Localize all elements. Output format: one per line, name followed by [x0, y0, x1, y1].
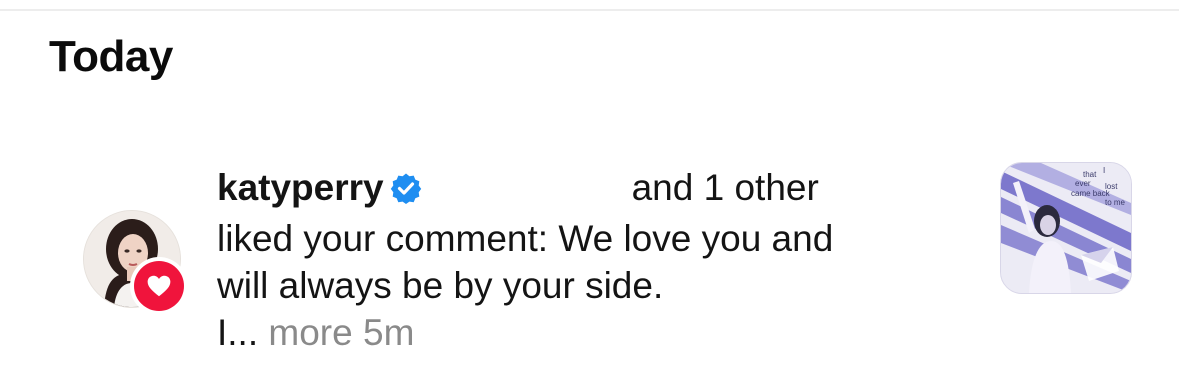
more-link[interactable]: more — [268, 312, 352, 353]
avatar-wrap[interactable] — [83, 210, 193, 320]
notification-line-1: katyperry and 1 other — [217, 164, 977, 215]
notification-text[interactable]: katyperry and 1 other liked your comment… — [217, 164, 977, 356]
section-title: Today — [49, 32, 173, 81]
verified-badge-icon — [390, 168, 422, 215]
thumbnail-caption-ever: ever — [1075, 179, 1091, 188]
top-divider — [0, 9, 1179, 11]
truncated-text: I... — [217, 312, 259, 353]
notification-line-2: liked your comment: We love you and — [217, 218, 834, 259]
username-link[interactable]: katyperry — [217, 167, 384, 208]
thumbnail-caption-to-me: to me — [1105, 198, 1126, 207]
post-thumbnail[interactable]: that I ever lost came back to me — [1000, 162, 1132, 294]
like-badge — [130, 257, 188, 315]
notification-line-3: will always be by your side. — [217, 265, 664, 306]
others-text: and 1 other — [631, 167, 819, 208]
thumbnail-caption-that: that — [1083, 170, 1097, 179]
thumbnail-caption-i: I — [1103, 166, 1106, 175]
heart-icon — [147, 275, 171, 297]
notification-line-4: I... more 5m — [217, 309, 977, 356]
timestamp: 5m — [363, 312, 415, 353]
notification-row[interactable]: katyperry and 1 other liked your comment… — [0, 150, 1179, 380]
thumbnail-caption-came-back: came back — [1071, 189, 1110, 198]
